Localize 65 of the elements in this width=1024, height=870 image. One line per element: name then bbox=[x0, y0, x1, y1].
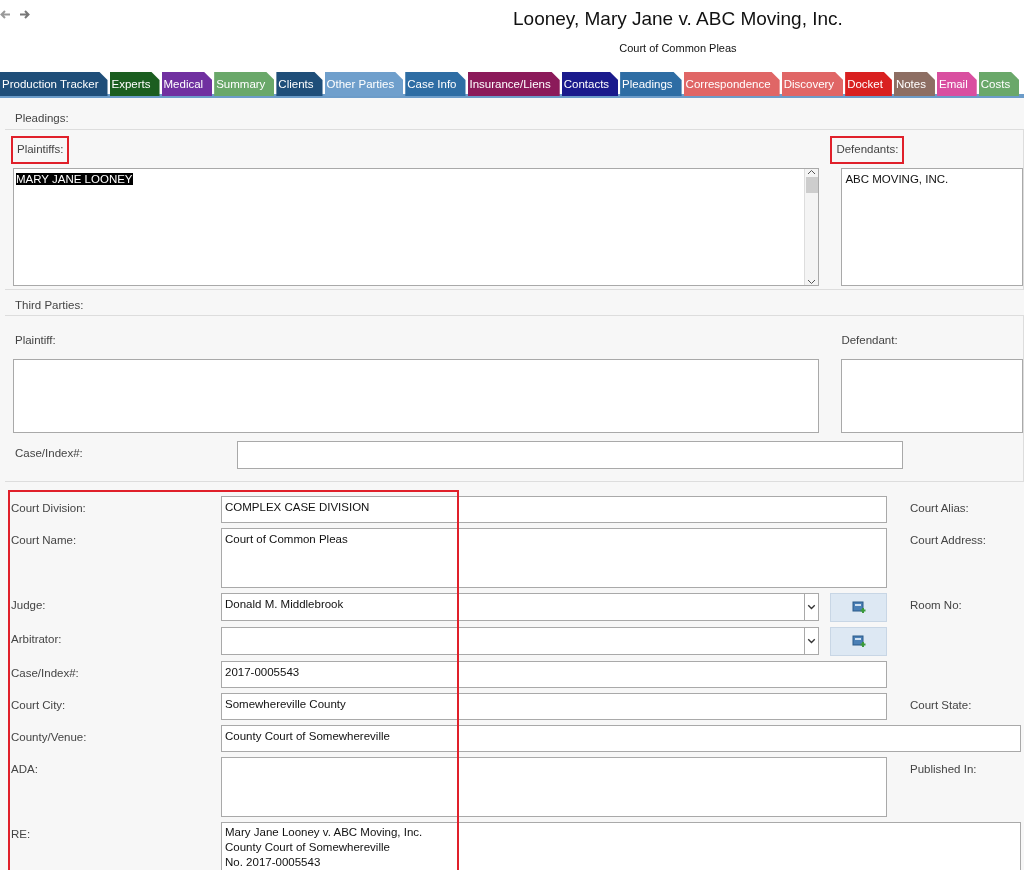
text-line: Mary Jane Looney v. ABC Moving, Inc. bbox=[225, 824, 424, 840]
field-value: Donald M. Middlebrook bbox=[225, 596, 344, 612]
text-field[interactable] bbox=[237, 440, 903, 469]
field-label: Court Name: bbox=[11, 533, 77, 546]
case-title: Looney, Mary Jane v. ABC Moving, Inc. bbox=[513, 9, 843, 28]
card-plus-icon bbox=[851, 600, 866, 614]
tab[interactable]: Production Tracker bbox=[0, 72, 108, 96]
card-plus-icon bbox=[851, 634, 866, 648]
tab[interactable]: Email bbox=[936, 72, 977, 96]
field-label: Defendants: bbox=[830, 136, 905, 164]
plaintiffs-list[interactable]: MARY JANE LOONEY bbox=[13, 167, 820, 287]
scroll-up-icon[interactable] bbox=[807, 168, 817, 175]
field-label: Court Address: bbox=[910, 533, 987, 546]
forward-arrow-icon[interactable] bbox=[19, 10, 30, 19]
tab[interactable]: Docket bbox=[845, 72, 892, 96]
text-area[interactable] bbox=[221, 756, 887, 817]
text-area[interactable]: Court of Common Pleas bbox=[221, 527, 887, 588]
tab[interactable]: Medical bbox=[161, 72, 213, 96]
scroll-down-icon[interactable] bbox=[807, 279, 817, 286]
field-label: Court State: bbox=[910, 698, 972, 711]
text-area[interactable] bbox=[13, 358, 820, 433]
field-label: Published In: bbox=[910, 762, 977, 775]
caret-icon[interactable] bbox=[804, 593, 818, 620]
add-button[interactable] bbox=[830, 592, 887, 622]
field-label: County/Venue: bbox=[11, 730, 87, 743]
text-area[interactable]: Mary Jane Looney v. ABC Moving, Inc. County Court of Somewhereville No. 2017-0005543 bbox=[221, 821, 1021, 870]
text-field[interactable]: County Court of Somewhereville bbox=[221, 724, 1021, 752]
field-label: Case/Index#: bbox=[15, 445, 84, 461]
back-arrow-icon[interactable] bbox=[0, 10, 11, 19]
field-label: RE: bbox=[11, 827, 31, 840]
tab[interactable]: Pleadings bbox=[620, 72, 682, 96]
field-label: Plaintiffs: bbox=[11, 136, 70, 164]
add-button[interactable] bbox=[830, 626, 887, 656]
tab[interactable]: Notes bbox=[893, 72, 935, 96]
text-field[interactable]: 2017-0005543 bbox=[221, 660, 887, 688]
field-label: Room No: bbox=[910, 598, 962, 611]
text-field[interactable]: Somewhereville County bbox=[221, 692, 887, 720]
defendants-list[interactable]: ABC MOVING, INC. bbox=[841, 167, 1023, 287]
tab[interactable]: Experts bbox=[109, 72, 160, 96]
list-entry[interactable]: MARY JANE LOONEY bbox=[16, 172, 133, 185]
case-subtitle: Court of Common Pleas bbox=[619, 41, 737, 56]
dropdown-field[interactable] bbox=[221, 626, 819, 655]
field-label: Case/Index#: bbox=[11, 666, 79, 679]
field-label: Judge: bbox=[11, 598, 46, 611]
scrollbar[interactable] bbox=[804, 168, 819, 286]
tab[interactable]: Case Info bbox=[405, 72, 466, 96]
caret-icon[interactable] bbox=[804, 627, 818, 654]
text-area[interactable] bbox=[841, 358, 1023, 433]
field-label: ADA: bbox=[11, 762, 38, 775]
text-field[interactable]: COMPLEX CASE DIVISION bbox=[221, 495, 887, 523]
section-legend: Third Parties: bbox=[15, 299, 84, 312]
tab[interactable]: Insurance/Liens bbox=[467, 72, 560, 96]
text-line: County Court of Somewhereville bbox=[225, 839, 391, 855]
section-legend: Pleadings: bbox=[15, 112, 69, 124]
tab[interactable]: Contacts bbox=[561, 72, 619, 96]
field-label: Plaintiff: bbox=[15, 332, 57, 348]
field-label: Court Division: bbox=[11, 501, 86, 514]
field-label: Defendant: bbox=[841, 332, 899, 348]
field-label: Court City: bbox=[11, 698, 66, 711]
dropdown-field[interactable]: Donald M. Middlebrook bbox=[221, 592, 819, 621]
field-label: Arbitrator: bbox=[11, 632, 62, 645]
tab[interactable]: Clients bbox=[276, 72, 323, 96]
scrollbar-thumb[interactable] bbox=[805, 176, 818, 193]
text-line: No. 2017-0005543 bbox=[225, 854, 322, 870]
field-label: Court Alias: bbox=[910, 501, 969, 514]
